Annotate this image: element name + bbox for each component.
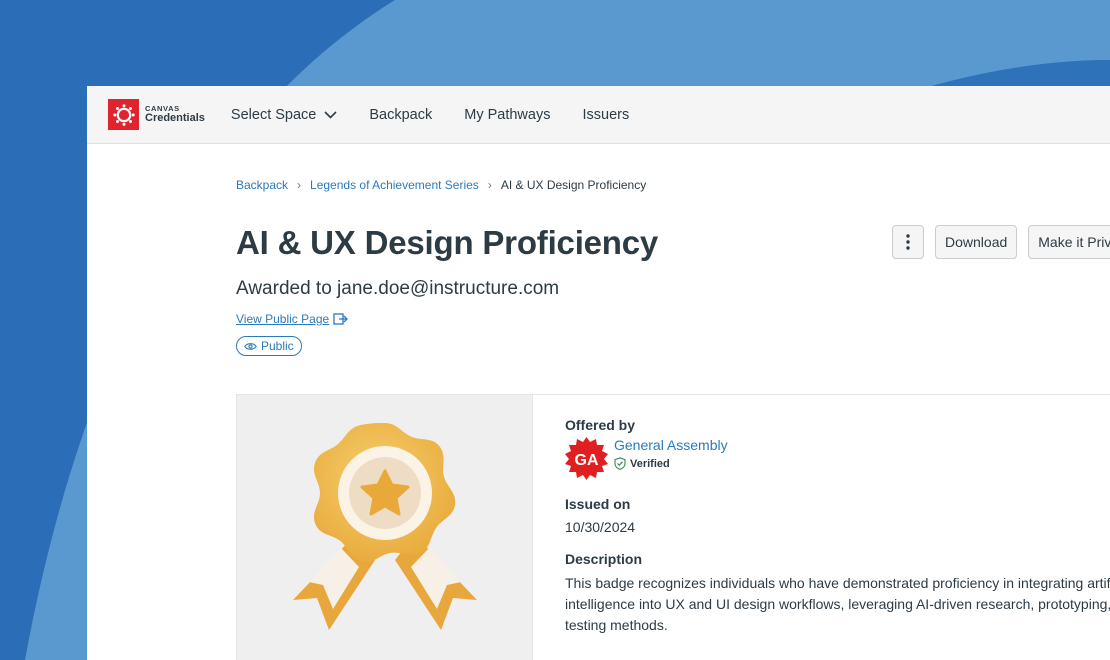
issuer-info: General Assembly Verified: [614, 437, 728, 470]
verified-label: Verified: [630, 457, 670, 470]
badge-image-panel: [237, 395, 533, 660]
kebab-menu-icon: [906, 234, 910, 250]
visibility-label: Public: [261, 339, 294, 353]
top-navigation: CANVAS Credentials Select Space Backpack…: [87, 86, 1110, 144]
chevron-down-icon: [324, 110, 337, 119]
general-assembly-logo: GA: [565, 437, 608, 480]
nav-select-space-label: Select Space: [230, 106, 317, 123]
issued-on-label: Issued on: [565, 496, 631, 512]
logo-line-2: Credentials: [145, 112, 205, 125]
awarded-to: Awarded to jane.doe@instructure.com: [236, 278, 560, 299]
breadcrumb-series[interactable]: Legends of Achievement Series: [310, 178, 479, 192]
view-public-page-label: View Public Page: [236, 312, 330, 326]
badge-actions: Download Make it Private: [892, 225, 1110, 259]
issuer-row: GA General Assembly Verified: [565, 437, 1110, 480]
nav-select-space[interactable]: Select Space: [231, 107, 337, 123]
offered-by-label: Offered by: [565, 417, 636, 433]
breadcrumb: Backpack › Legends of Achievement Series…: [236, 178, 1110, 192]
svg-text:GA: GA: [575, 452, 599, 469]
canvas-credentials-logo[interactable]: CANVAS Credentials: [108, 99, 205, 130]
description-text: This badge recognizes individuals who ha…: [565, 573, 1110, 636]
logo-text: CANVAS Credentials: [145, 105, 205, 125]
canvas-logo-icon: [108, 99, 139, 130]
eye-icon: [244, 342, 257, 350]
breadcrumb-current: AI & UX Design Proficiency: [500, 178, 647, 192]
logo-line-1: CANVAS: [145, 103, 180, 113]
breadcrumb-chevron-icon: ›: [297, 178, 302, 192]
view-public-page-link[interactable]: View Public Page: [236, 312, 1110, 326]
issuer-link[interactable]: General Assembly: [614, 437, 728, 453]
make-private-button[interactable]: Make it Private: [1028, 225, 1110, 259]
download-button[interactable]: Download: [935, 225, 1018, 259]
issued-on-date: 10/30/2024: [565, 519, 636, 535]
verified-status: Verified: [614, 457, 728, 470]
breadcrumb-backpack[interactable]: Backpack: [236, 178, 288, 192]
description-label: Description: [565, 551, 643, 567]
description-line: testing methods.: [565, 617, 668, 633]
main-content: Backpack › Legends of Achievement Series…: [236, 144, 1110, 660]
badge-details-card: Offered by GA General Assembly Verified: [236, 394, 1110, 660]
shield-check-icon: [614, 457, 626, 470]
more-options-button[interactable]: [892, 225, 924, 259]
breadcrumb-chevron-icon: ›: [487, 178, 492, 192]
description-line: This badge recognizes individuals who ha…: [565, 575, 1110, 591]
description-line: intelligence into UX and UI design workf…: [565, 596, 1110, 612]
external-link-icon: [333, 313, 349, 325]
badge-details: Offered by GA General Assembly Verified: [565, 417, 1110, 636]
nav-backpack[interactable]: Backpack: [369, 107, 432, 123]
nav-issuers[interactable]: Issuers: [582, 107, 629, 123]
app-window: CANVAS Credentials Select Space Backpack…: [87, 86, 1110, 660]
nav-my-pathways[interactable]: My Pathways: [464, 107, 550, 123]
award-ribbon-icon: [293, 423, 477, 630]
visibility-badge: Public: [236, 336, 302, 356]
